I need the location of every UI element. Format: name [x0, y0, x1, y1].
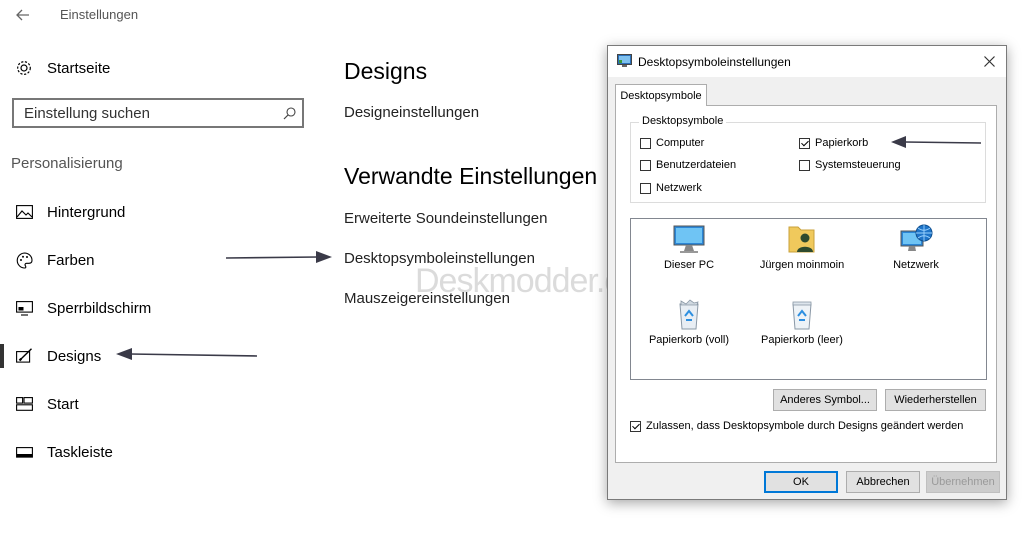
- taskbar-icon: [14, 442, 34, 462]
- network-icon: [900, 224, 933, 251]
- window-title: Einstellungen: [60, 7, 139, 22]
- recycle-bin-full-icon: [679, 299, 699, 330]
- back-arrow-icon: [16, 9, 29, 21]
- icon-item-netzwerk[interactable]: Netzwerk: [861, 223, 971, 271]
- checkbox-box[interactable]: [630, 420, 641, 432]
- cancel-button[interactable]: Abbrechen: [846, 471, 920, 493]
- user-folder-icon: [788, 226, 815, 253]
- nav-item-hintergrund[interactable]: Hintergrund: [0, 192, 300, 232]
- nav-home[interactable]: Startseite: [0, 48, 300, 88]
- close-icon: [983, 56, 995, 67]
- nav-item-label: Hintergrund: [47, 203, 126, 221]
- nav-home-label: Startseite: [47, 59, 111, 77]
- annotation-arrow-icon: [226, 251, 332, 263]
- icon-label: Papierkorb (leer): [761, 334, 843, 346]
- nav-item-label: Start: [47, 395, 79, 413]
- nav-item-label: Taskleiste: [47, 443, 113, 461]
- checkbox-allow-themes[interactable]: Zulassen, dass Desktopsymbole durch Desi…: [630, 420, 963, 432]
- icon-label: Netzwerk: [893, 259, 939, 271]
- checkbox-label: Zulassen, dass Desktopsymbole durch Desi…: [646, 420, 964, 432]
- checkbox-box[interactable]: [799, 137, 810, 149]
- icon-item-dieser-pc[interactable]: Dieser PC: [634, 223, 744, 271]
- icon-label: Jürgen moinmoin: [759, 259, 845, 271]
- apply-button[interactable]: Übernehmen: [926, 471, 1000, 493]
- design-settings-link[interactable]: Designeinstellungen: [344, 104, 479, 121]
- restore-default-button[interactable]: Wiederherstellen: [885, 389, 986, 411]
- checkbox-box[interactable]: [799, 159, 810, 171]
- checkbox-label: Netzwerk: [656, 182, 702, 194]
- gear-icon: [14, 58, 34, 78]
- section-label: Personalisierung: [11, 155, 123, 172]
- tab-desktopsymbole[interactable]: Desktopsymbole: [615, 84, 707, 106]
- desktop-app-icon: [617, 54, 632, 73]
- active-indicator: [0, 344, 4, 368]
- desktop-icon-list[interactable]: Dieser PC Jürgen moinmoin Netzwerk Papie…: [630, 218, 987, 380]
- checkbox-box[interactable]: [640, 182, 651, 194]
- nav-item-label: Farben: [47, 251, 95, 269]
- icon-item-recycle-bin-full[interactable]: Papierkorb (voll): [634, 298, 744, 346]
- checkbox-label: Benutzerdateien: [656, 159, 737, 171]
- change-icon-button[interactable]: Anderes Symbol...: [773, 389, 877, 411]
- brush-icon: [14, 346, 34, 366]
- checkbox-label: Computer: [656, 137, 705, 149]
- checkbox-box[interactable]: [640, 159, 651, 171]
- recycle-bin-empty-icon: [792, 301, 812, 330]
- checkbox-label: Systemsteuerung: [815, 159, 901, 171]
- icon-label: Papierkorb (voll): [648, 334, 730, 346]
- checkbox-systemsteuerung[interactable]: Systemsteuerung: [799, 159, 901, 171]
- annotation-arrow-icon: [116, 348, 258, 360]
- icon-label: Dieser PC: [663, 259, 715, 271]
- search-box[interactable]: Einstellung suchen: [12, 98, 304, 128]
- related-settings-heading: Verwandte Einstellungen: [344, 163, 598, 189]
- back-button[interactable]: [10, 5, 36, 25]
- page-title: Designs: [344, 58, 428, 84]
- picture-icon: [14, 202, 34, 222]
- checkbox-box[interactable]: [640, 137, 651, 149]
- group-label: Desktopsymbole: [639, 115, 727, 127]
- monitor-icon: [14, 298, 34, 318]
- dialog-titlebar[interactable]: Desktopsymboleinstellungen: [608, 46, 1006, 77]
- start-icon: [14, 394, 34, 414]
- icon-item-user-folder[interactable]: Jürgen moinmoin: [747, 223, 857, 271]
- nav-item-sperrbildschirm[interactable]: Sperrbildschirm: [0, 288, 300, 328]
- checkbox-papierkorb[interactable]: Papierkorb: [799, 137, 868, 149]
- nav-item-label: Sperrbildschirm: [47, 299, 152, 317]
- ok-button[interactable]: OK: [764, 471, 838, 493]
- sound-settings-link[interactable]: Erweiterte Soundeinstellungen: [344, 210, 547, 227]
- pc-icon: [673, 225, 705, 253]
- desktop-icons-group: Desktopsymbole Computer Papierkorb Benut…: [630, 115, 986, 203]
- desktop-icon-settings-dialog: Desktopsymboleinstellungen Desktopsymbol…: [607, 45, 1007, 500]
- tab-panel: Desktopsymbole Computer Papierkorb Benut…: [615, 105, 997, 463]
- checkbox-netzwerk[interactable]: Netzwerk: [640, 182, 702, 194]
- search-icon[interactable]: [276, 106, 302, 120]
- nav-item-start[interactable]: Start: [0, 384, 300, 424]
- dialog-title: Desktopsymboleinstellungen: [638, 55, 791, 69]
- checkbox-computer[interactable]: Computer: [640, 137, 704, 149]
- search-input[interactable]: Einstellung suchen: [24, 105, 276, 122]
- checkbox-benutzerdateien[interactable]: Benutzerdateien: [640, 159, 736, 171]
- nav-item-label: Designs: [47, 347, 102, 365]
- close-button[interactable]: [972, 46, 1006, 77]
- annotation-arrow-icon: [891, 136, 982, 148]
- nav-item-taskleiste[interactable]: Taskleiste: [0, 432, 300, 472]
- checkbox-label: Papierkorb: [815, 137, 869, 149]
- palette-icon: [14, 250, 34, 270]
- icon-item-recycle-bin-empty[interactable]: Papierkorb (leer): [747, 298, 857, 346]
